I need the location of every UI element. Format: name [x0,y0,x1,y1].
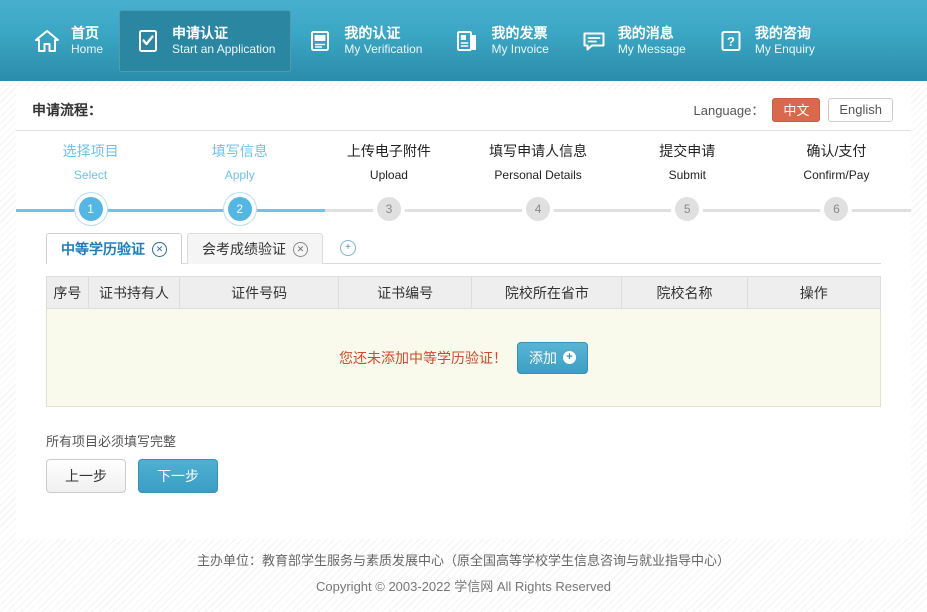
nav-item-my-invoice[interactable]: 我的发票 My Invoice [438,10,564,72]
step-1-select[interactable]: 选择项目 Select 1 [16,141,165,221]
nav-item-my-message[interactable]: 我的消息 My Message [565,10,702,72]
page-title: 申请流程： [32,100,102,120]
nav-item-my-verification[interactable]: 我的认证 My Verification [291,10,438,72]
step-label-en: Submit [669,165,706,185]
add-tab-icon[interactable]: + [340,240,356,256]
table-header-school-name: 院校名称 [622,277,747,309]
step-number: 2 [228,197,252,221]
close-icon[interactable]: ✕ [152,242,167,257]
nav-item-label-en: Start an Application [172,42,275,56]
table-header-cert-number: 证书编号 [338,277,471,309]
step-label-cn: 提交申请 [659,141,715,161]
step-number: 4 [526,197,550,221]
table-header-actions: 操作 [747,277,880,309]
verification-tabs: 中等学历验证 ✕ 会考成绩验证 ✕ + [46,231,881,264]
nav-item-label-cn: 申请认证 [172,25,275,42]
table-header-row: 序号 证书持有人 证件号码 证书编号 院校所在省市 院校名称 操作 [47,277,881,309]
nav-item-label-en: My Verification [344,42,422,56]
card-header: 申请流程： Language： 中文 English [16,89,911,131]
nav-item-label-en: My Enquiry [755,42,815,56]
tab-secondary-education-verification[interactable]: 中等学历验证 ✕ [46,233,182,264]
tab-exam-score-verification[interactable]: 会考成绩验证 ✕ [187,233,323,264]
step-2-apply[interactable]: 填写信息 Apply 2 [165,141,314,221]
site-footer: 主办单位：教育部学生服务与素质发展中心（原全国高等学校学生信息咨询与就业指导中心… [0,548,927,600]
nav-item-label-cn: 我的消息 [618,25,686,42]
step-progress: 选择项目 Select 1 填写信息 Apply 2 上传电子附件 Upload… [16,131,911,231]
language-label: Language： [694,100,765,119]
step-number: 5 [675,197,699,221]
nav-item-label-cn: 我的发票 [491,25,548,42]
step-label-en: Confirm/Pay [803,165,869,185]
step-6-confirm-pay[interactable]: 确认/支付 Confirm/Pay 6 [762,141,911,221]
step-label-cn: 填写申请人信息 [489,141,587,161]
nav-item-label-cn: 首页 [71,25,103,42]
nav-item-start-application[interactable]: 申请认证 Start an Application [119,10,291,72]
application-card: 申请流程： Language： 中文 English 选择项目 Select 1… [16,89,911,539]
table-header-school-region: 院校所在省市 [472,277,622,309]
add-certificate-button[interactable]: 添加 + [517,342,588,374]
step-label-en: Apply [225,165,255,185]
table-header-id-number: 证件号码 [180,277,338,309]
form-actions: 所有项目必须填写完整 上一步 下一步 [16,407,911,493]
previous-step-button[interactable]: 上一步 [46,459,126,493]
footer-copyright: Copyright © 2003-2022 学信网 All Rights Res… [0,574,927,600]
home-icon [34,28,60,54]
certificates-table: 序号 证书持有人 证件号码 证书编号 院校所在省市 院校名称 操作 [46,276,881,309]
tab-label: 会考成绩验证 [202,239,286,259]
step-number: 1 [79,197,103,221]
enquiry-icon: ? [718,28,744,54]
tabs-area: 中等学历验证 ✕ 会考成绩验证 ✕ + [16,231,911,264]
navigation-buttons: 上一步 下一步 [46,459,881,493]
step-number: 6 [824,197,848,221]
tab-label: 中等学历验证 [61,239,145,259]
certificates-table-area: 序号 证书持有人 证件号码 证书编号 院校所在省市 院校名称 操作 您还未添加中… [16,264,911,407]
svg-text:?: ? [727,34,735,49]
empty-state-message: 您还未添加中等学历验证！ [339,348,507,368]
nav-item-home[interactable]: 首页 Home [18,10,119,72]
step-label-cn: 确认/支付 [807,141,867,161]
step-5-submit[interactable]: 提交申请 Submit 5 [613,141,762,221]
nav-item-label-cn: 我的咨询 [755,25,815,42]
language-button-chinese[interactable]: 中文 [772,98,820,122]
nav-item-label-cn: 我的认证 [344,25,422,42]
add-button-label: 添加 [529,348,557,368]
step-4-personal-details[interactable]: 填写申请人信息 Personal Details 4 [464,141,613,221]
table-header-holder: 证书持有人 [88,277,180,309]
step-number: 3 [377,197,401,221]
invoice-icon [454,28,480,54]
language-button-english[interactable]: English [828,98,893,122]
top-navigation: 首页 Home 申请认证 Start an Application 我的认证 M… [0,0,927,81]
plus-icon: + [563,351,576,364]
language-switcher: Language： 中文 English [694,98,894,122]
empty-state-panel: 您还未添加中等学历验证！ 添加 + [46,309,881,407]
verification-icon [307,28,333,54]
nav-item-label-en: Home [71,42,103,56]
nav-item-label-en: My Message [618,42,686,56]
next-step-button[interactable]: 下一步 [138,459,218,493]
step-label-en: Upload [370,165,408,185]
nav-item-my-enquiry[interactable]: ? 我的咨询 My Enquiry [702,10,831,72]
step-3-upload[interactable]: 上传电子附件 Upload 3 [314,141,463,221]
nav-item-label-en: My Invoice [491,42,548,56]
step-label-cn: 填写信息 [212,141,268,161]
step-label-cn: 选择项目 [63,141,119,161]
table-header-index: 序号 [47,277,89,309]
footer-organization: 主办单位：教育部学生服务与素质发展中心（原全国高等学校学生信息咨询与就业指导中心… [0,548,927,574]
step-label-en: Personal Details [494,165,581,185]
message-icon [581,28,607,54]
step-label-en: Select [74,165,107,185]
form-note: 所有项目必须填写完整 [46,431,881,450]
close-icon[interactable]: ✕ [293,242,308,257]
application-icon [135,28,161,54]
step-label-cn: 上传电子附件 [347,141,431,161]
